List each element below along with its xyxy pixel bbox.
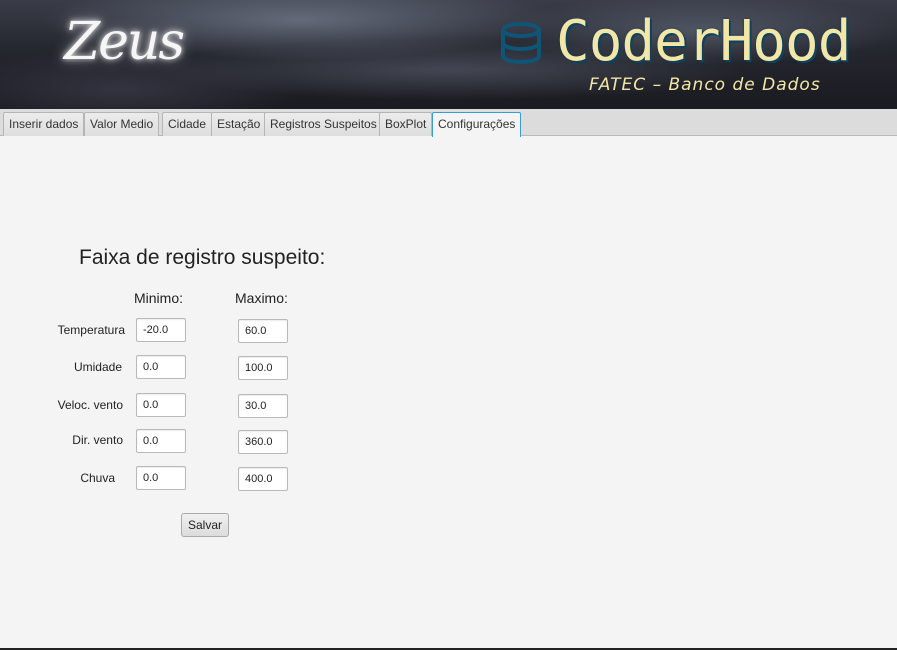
- app-logo-zeus: Zeus: [64, 12, 185, 72]
- veloc-vento-min-input[interactable]: 0.0: [136, 393, 186, 417]
- tab-cidade[interactable]: Cidade: [162, 112, 213, 136]
- dir-vento-min-input[interactable]: 0.0: [136, 429, 186, 453]
- tab-inserir-dados[interactable]: Inserir dados: [3, 112, 85, 136]
- max-column-header: Maximo:: [235, 290, 288, 306]
- min-column-header: Minimo:: [134, 290, 184, 306]
- tab-configuracoes[interactable]: Configurações: [432, 112, 522, 137]
- form-title: Faixa de registro suspeito:: [79, 246, 326, 269]
- veloc-vento-label: Veloc. vento: [57, 398, 123, 412]
- brand-name: CoderHood: [556, 9, 851, 74]
- umidade-min-input[interactable]: 0.0: [136, 355, 186, 379]
- tab-valor-medio[interactable]: Valor Medio: [84, 112, 160, 136]
- temperatura-label: Temperatura: [57, 323, 125, 337]
- save-button[interactable]: Salvar: [181, 513, 229, 537]
- temperatura-max-input[interactable]: 60.0: [238, 319, 288, 343]
- chuva-min-input[interactable]: 0.0: [136, 466, 186, 490]
- database-icon: [501, 22, 541, 64]
- dir-vento-max-input[interactable]: 360.0: [238, 430, 288, 454]
- brand-subtitle: FATEC – Banco de Dados: [589, 75, 821, 95]
- chuva-label: Chuva: [80, 471, 115, 485]
- veloc-vento-max-input[interactable]: 30.0: [238, 394, 288, 418]
- tab-bar: Inserir dados Valor Medio Cidade Estação…: [0, 109, 897, 137]
- temperatura-min-input[interactable]: -20.0: [136, 318, 186, 342]
- umidade-label: Umidade: [73, 360, 122, 374]
- umidade-max-input[interactable]: 100.0: [238, 356, 288, 380]
- dir-vento-label: Dir. vento: [72, 433, 123, 447]
- header-banner: Zeus CoderHood FATEC – Banco de Dados: [0, 0, 897, 109]
- tab-boxplot[interactable]: BoxPlot: [379, 112, 433, 136]
- tab-registros-suspeitos[interactable]: Registros Suspeitos: [264, 112, 383, 136]
- chuva-max-input[interactable]: 400.0: [238, 467, 288, 491]
- tab-estacao[interactable]: Estação: [211, 112, 267, 136]
